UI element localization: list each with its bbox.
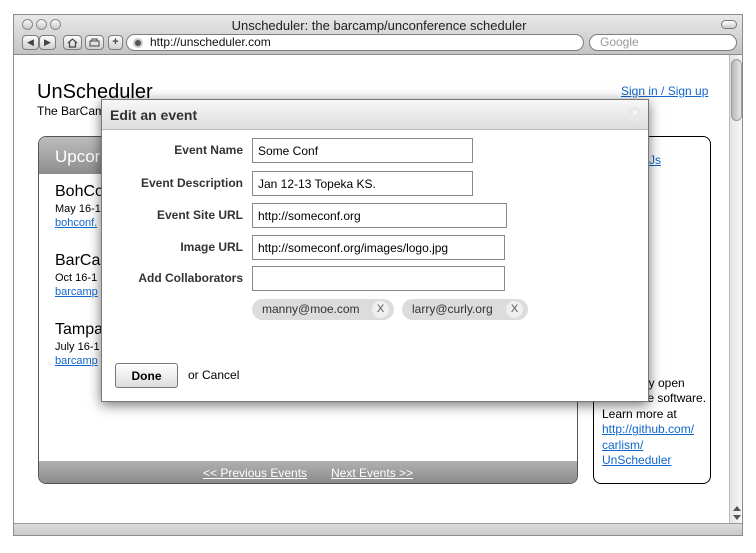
- browser-window: Unscheduler: the barcamp/unconference sc…: [13, 14, 743, 536]
- events-pager-bar: << Previous Events Next Events >>: [39, 461, 577, 483]
- add-bookmark-button[interactable]: +: [108, 35, 123, 50]
- done-button[interactable]: Done: [115, 363, 178, 388]
- toolbar-toggle-button[interactable]: [721, 20, 737, 29]
- event-description-label: Event Description: [140, 176, 243, 190]
- scroll-arrows-icon[interactable]: [731, 504, 743, 522]
- site-tagline: The BarCam: [37, 104, 106, 118]
- home-button[interactable]: [63, 35, 82, 50]
- close-icon[interactable]: ×: [628, 107, 642, 121]
- dialog-title: Edit an event: [110, 107, 198, 123]
- collaborator-chip: larry@curly.org X: [402, 299, 528, 320]
- browser-titlebar: Unscheduler: the barcamp/unconference sc…: [14, 15, 742, 55]
- scrollbar-thumb[interactable]: [731, 59, 742, 121]
- event-link[interactable]: barcamp: [55, 286, 100, 298]
- event-date: July 16-1: [55, 341, 100, 353]
- event-link[interactable]: barcamp: [55, 355, 103, 367]
- event-date: May 16-1: [55, 203, 101, 215]
- events-panel-title: Upcor: [55, 147, 101, 166]
- github-link[interactable]: http://github.com/: [602, 422, 694, 436]
- sign-in-link[interactable]: Sign in / Sign up: [621, 84, 708, 98]
- event-item: Tampa July 16-1 barcamp: [55, 321, 103, 367]
- remove-collaborator-button[interactable]: X: [372, 301, 389, 318]
- back-button[interactable]: ◀: [22, 35, 39, 50]
- previous-events-link[interactable]: << Previous Events: [203, 466, 307, 480]
- cancel-link[interactable]: or Cancel: [188, 368, 239, 382]
- search-field[interactable]: Google: [589, 34, 737, 51]
- event-name: Tampa: [55, 321, 104, 338]
- edit-event-dialog: Edit an event × Event Name Event Descrip…: [101, 99, 649, 402]
- address-bar[interactable]: http://unscheduler.com: [126, 34, 584, 51]
- event-site-url-field[interactable]: [252, 203, 507, 228]
- print-button[interactable]: [85, 35, 104, 50]
- sidebar-top-link[interactable]: Js: [649, 153, 661, 167]
- event-item: BarCa Oct 16-1 barcamp: [55, 252, 100, 298]
- event-item: BohCo May 16-1 bohconf.: [55, 183, 104, 229]
- collaborator-chip: manny@moe.com X: [252, 299, 394, 320]
- image-url-field[interactable]: [252, 235, 505, 260]
- github-link[interactable]: UnScheduler: [602, 453, 671, 467]
- sidebar-text-line: Learn more at: [602, 406, 677, 421]
- page-content: UnScheduler The BarCam Sign in / Sign up…: [14, 55, 729, 523]
- add-collaborators-field[interactable]: [252, 266, 505, 291]
- status-bar: [14, 523, 742, 535]
- collaborator-email: larry@curly.org: [412, 302, 493, 316]
- remove-collaborator-button[interactable]: X: [506, 301, 523, 318]
- image-url-label: Image URL: [180, 240, 243, 254]
- event-link[interactable]: bohconf.: [55, 217, 104, 229]
- site-favicon-icon: [133, 38, 143, 48]
- home-icon: [67, 38, 78, 48]
- forward-button[interactable]: ▶: [39, 35, 56, 50]
- event-name-label: Event Name: [174, 143, 243, 157]
- event-name: BarCa: [55, 252, 101, 269]
- event-date: Oct 16-1: [55, 272, 98, 284]
- print-icon: [89, 38, 100, 47]
- event-name-field[interactable]: [252, 138, 473, 163]
- address-bar-url: http://unscheduler.com: [150, 35, 271, 49]
- window-title: Unscheduler: the barcamp/unconference sc…: [231, 18, 527, 33]
- next-events-link[interactable]: Next Events >>: [331, 466, 413, 480]
- dialog-header: Edit an event ×: [102, 100, 648, 130]
- event-name: BohCo: [55, 183, 104, 200]
- github-link[interactable]: carlism/: [602, 438, 643, 452]
- event-site-url-label: Event Site URL: [156, 208, 243, 222]
- vertical-scrollbar[interactable]: [729, 55, 743, 523]
- collaborator-email: manny@moe.com: [262, 302, 360, 316]
- add-collaborators-label: Add Collaborators: [138, 271, 243, 285]
- event-description-field[interactable]: [252, 171, 473, 196]
